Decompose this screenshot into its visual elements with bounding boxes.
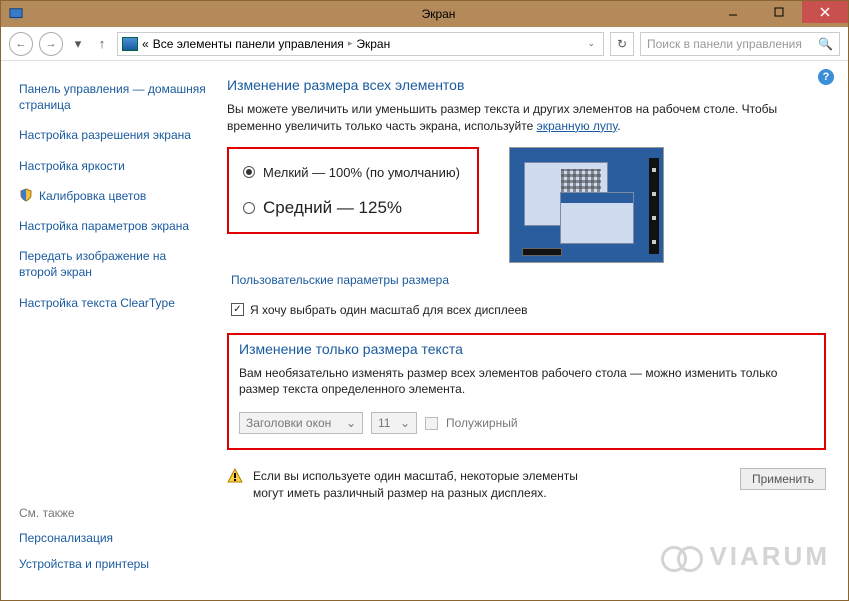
breadcrumb-dropdown[interactable]: ⌄: [583, 38, 599, 49]
size-select[interactable]: 11⌄: [371, 412, 417, 434]
breadcrumb-prefix: «: [142, 37, 149, 51]
bold-label: Полужирный: [446, 416, 518, 430]
titlebar: Экран: [1, 1, 848, 27]
nav-toolbar: ← → ▾ ↑ « Все элементы панели управления…: [1, 27, 848, 61]
close-button[interactable]: [802, 1, 848, 23]
chevron-down-icon: ⌄: [400, 416, 410, 430]
up-button[interactable]: ↑: [93, 36, 111, 51]
sidebar-item-home[interactable]: Панель управления — домашняя страница: [19, 81, 207, 113]
checkbox-icon: ✓: [231, 303, 244, 316]
shield-icon: [19, 188, 33, 202]
minimize-button[interactable]: [710, 1, 756, 23]
sidebar-item-screen-params[interactable]: Настройка параметров экрана: [19, 218, 207, 234]
radio-icon: [243, 166, 255, 178]
sidebar-item-color-calibration[interactable]: Калибровка цветов: [19, 188, 207, 204]
sidebar-item-cleartype[interactable]: Настройка текста ClearType: [19, 295, 207, 311]
sidebar-item-resolution[interactable]: Настройка разрешения экрана: [19, 127, 207, 143]
heading-text-size: Изменение только размера текста: [239, 341, 814, 357]
search-placeholder: Поиск в панели управления: [647, 37, 818, 51]
footer: Если вы используете один масштаб, некото…: [227, 468, 826, 502]
radio-medium[interactable]: Средний — 125%: [243, 198, 467, 218]
warning-icon: [227, 468, 243, 484]
window-controls: [710, 1, 848, 23]
see-also: См. также Персонализация Устройства и пр…: [19, 506, 149, 582]
heading-resize-all: Изменение размера всех элементов: [227, 77, 826, 93]
breadcrumb[interactable]: « Все элементы панели управления ▸ Экран…: [117, 32, 604, 56]
forward-button[interactable]: →: [39, 32, 63, 56]
radio-icon: [243, 202, 255, 214]
apply-button[interactable]: Применить: [740, 468, 826, 490]
search-icon: 🔍: [818, 37, 833, 51]
magnifier-link[interactable]: экранную лупу: [537, 119, 618, 133]
scale-radio-group: Мелкий — 100% (по умолчанию) Средний — 1…: [227, 147, 479, 234]
dropdown-history[interactable]: ▾: [69, 36, 87, 52]
content-area: ? Панель управления — домашняя страница …: [1, 61, 848, 600]
app-icon: [9, 7, 23, 21]
watermark-logo: [661, 546, 703, 568]
single-scale-checkbox[interactable]: ✓ Я хочу выбрать один масштаб для всех д…: [231, 303, 826, 317]
search-input[interactable]: Поиск в панели управления 🔍: [640, 32, 840, 56]
maximize-button[interactable]: [756, 1, 802, 23]
element-select[interactable]: Заголовки окон⌄: [239, 412, 363, 434]
see-also-personalization[interactable]: Персонализация: [19, 530, 149, 546]
chevron-right-icon: ▸: [348, 38, 353, 49]
chevron-down-icon: ⌄: [346, 416, 356, 430]
control-panel-icon: [122, 37, 138, 51]
radio-small[interactable]: Мелкий — 100% (по умолчанию): [243, 165, 467, 180]
breadcrumb-item[interactable]: Все элементы панели управления: [153, 37, 344, 51]
description-1: Вы можете увеличить или уменьшить размер…: [227, 101, 826, 135]
back-button[interactable]: ←: [9, 32, 33, 56]
display-settings-window: Экран ← → ▾ ↑ « Все элементы панели упра…: [0, 0, 849, 601]
warning-text: Если вы используете один масштаб, некото…: [253, 468, 593, 502]
main-panel: Изменение размера всех элементов Вы може…: [217, 61, 848, 600]
description-2: Вам необязательно изменять размер всех э…: [239, 365, 814, 399]
display-preview: [509, 147, 664, 263]
sidebar: Панель управления — домашняя страница На…: [1, 61, 217, 600]
see-also-devices[interactable]: Устройства и принтеры: [19, 556, 149, 572]
text-size-section: Изменение только размера текста Вам необ…: [227, 333, 826, 451]
bold-checkbox[interactable]: [425, 417, 438, 430]
see-also-title: См. также: [19, 506, 149, 520]
sidebar-item-brightness[interactable]: Настройка яркости: [19, 158, 207, 174]
refresh-button[interactable]: ↻: [610, 32, 634, 56]
sidebar-item-project[interactable]: Передать изображение на второй экран: [19, 248, 207, 280]
breadcrumb-item[interactable]: Экран: [356, 37, 390, 51]
custom-size-link[interactable]: Пользовательские параметры размера: [231, 273, 826, 287]
watermark: VIARUM: [661, 541, 830, 572]
